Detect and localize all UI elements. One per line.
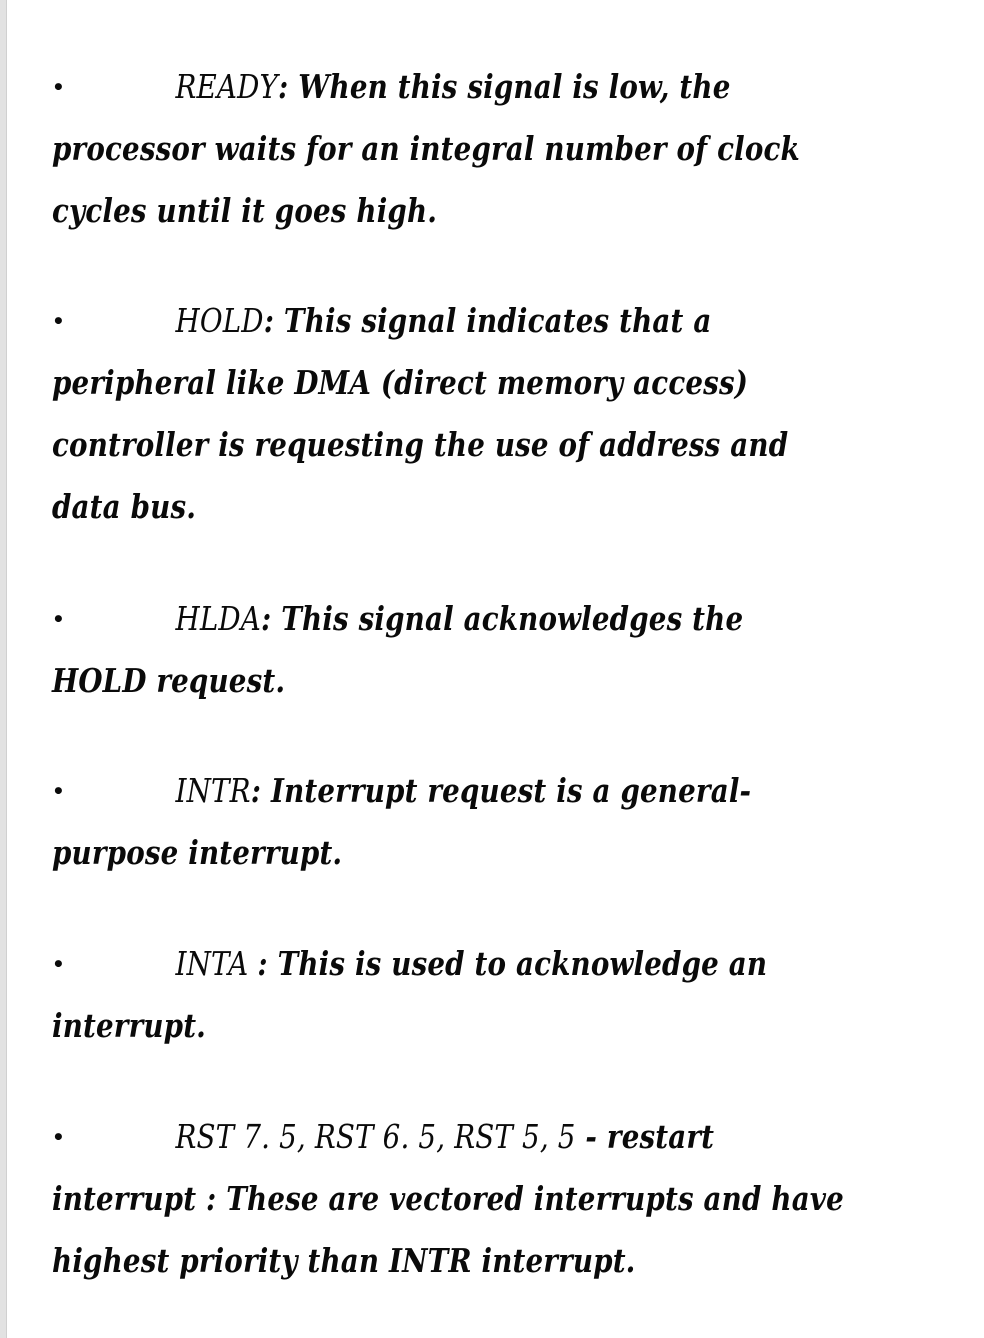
- item-first-line: INTA : This is used to acknowledge an: [52, 933, 816, 995]
- bullet-item-ready: • READY: When this signal is low, the pr…: [52, 56, 962, 242]
- item-text: This is used to acknowledge an: [267, 944, 768, 983]
- item-first-line: READY: When this signal is low, the: [52, 56, 816, 118]
- item-text: Interrupt request is a general-: [261, 771, 752, 810]
- signal-term: RST 7. 5, RST 6. 5, RST 5, 5: [175, 1117, 576, 1156]
- term-separator: :: [260, 599, 272, 638]
- signal-term: INTA: [175, 944, 258, 983]
- item-line: peripheral like DMA (direct memory acces…: [52, 363, 749, 402]
- bullet-item-hold: • HOLD: This signal indicates that a per…: [52, 290, 962, 538]
- item-text: This signal indicates that a: [274, 301, 712, 340]
- item-first-line: INTR: Interrupt request is a general-: [52, 760, 816, 822]
- item-first-line: HOLD: This signal indicates that a: [52, 290, 816, 352]
- item-line: data bus.: [52, 487, 197, 526]
- bullet-item-intr: • INTR: Interrupt request is a general- …: [52, 760, 962, 884]
- term-separator: :: [250, 771, 262, 810]
- item-text: When this signal is low, the: [288, 67, 731, 106]
- bullet-item-inta: • INTA : This is used to acknowledge an …: [52, 933, 962, 1057]
- item-line: interrupt.: [52, 1006, 207, 1045]
- item-line: interrupt : These are vectored interrupt…: [52, 1179, 844, 1218]
- item-text: - restart: [575, 1117, 715, 1156]
- item-text: This signal acknowledges the: [271, 599, 744, 638]
- item-line: processor waits for an integral number o…: [52, 129, 800, 168]
- term-separator: :: [277, 67, 289, 106]
- bullet-item-rst: • RST 7. 5, RST 6. 5, RST 5, 5 - restart…: [52, 1106, 962, 1292]
- page-left-edge: [0, 0, 7, 1338]
- signal-term: READY: [175, 67, 278, 106]
- item-line: highest priority than INTR interrupt.: [52, 1241, 636, 1280]
- signal-term: HOLD: [175, 301, 264, 340]
- signal-term: HLDA: [175, 599, 261, 638]
- term-separator: :: [257, 944, 268, 983]
- term-separator: :: [263, 301, 275, 340]
- item-first-line: HLDA: This signal acknowledges the: [52, 588, 816, 650]
- bullet-item-hlda: • HLDA: This signal acknowledges the HOL…: [52, 588, 962, 712]
- item-line: purpose interrupt.: [52, 833, 343, 872]
- item-first-line: RST 7. 5, RST 6. 5, RST 5, 5 - restart: [52, 1106, 816, 1168]
- item-line: controller is requesting the use of addr…: [52, 425, 789, 464]
- item-line: HOLD request.: [52, 661, 286, 700]
- signal-term: INTR: [175, 771, 251, 810]
- item-line: cycles until it goes high.: [52, 191, 438, 230]
